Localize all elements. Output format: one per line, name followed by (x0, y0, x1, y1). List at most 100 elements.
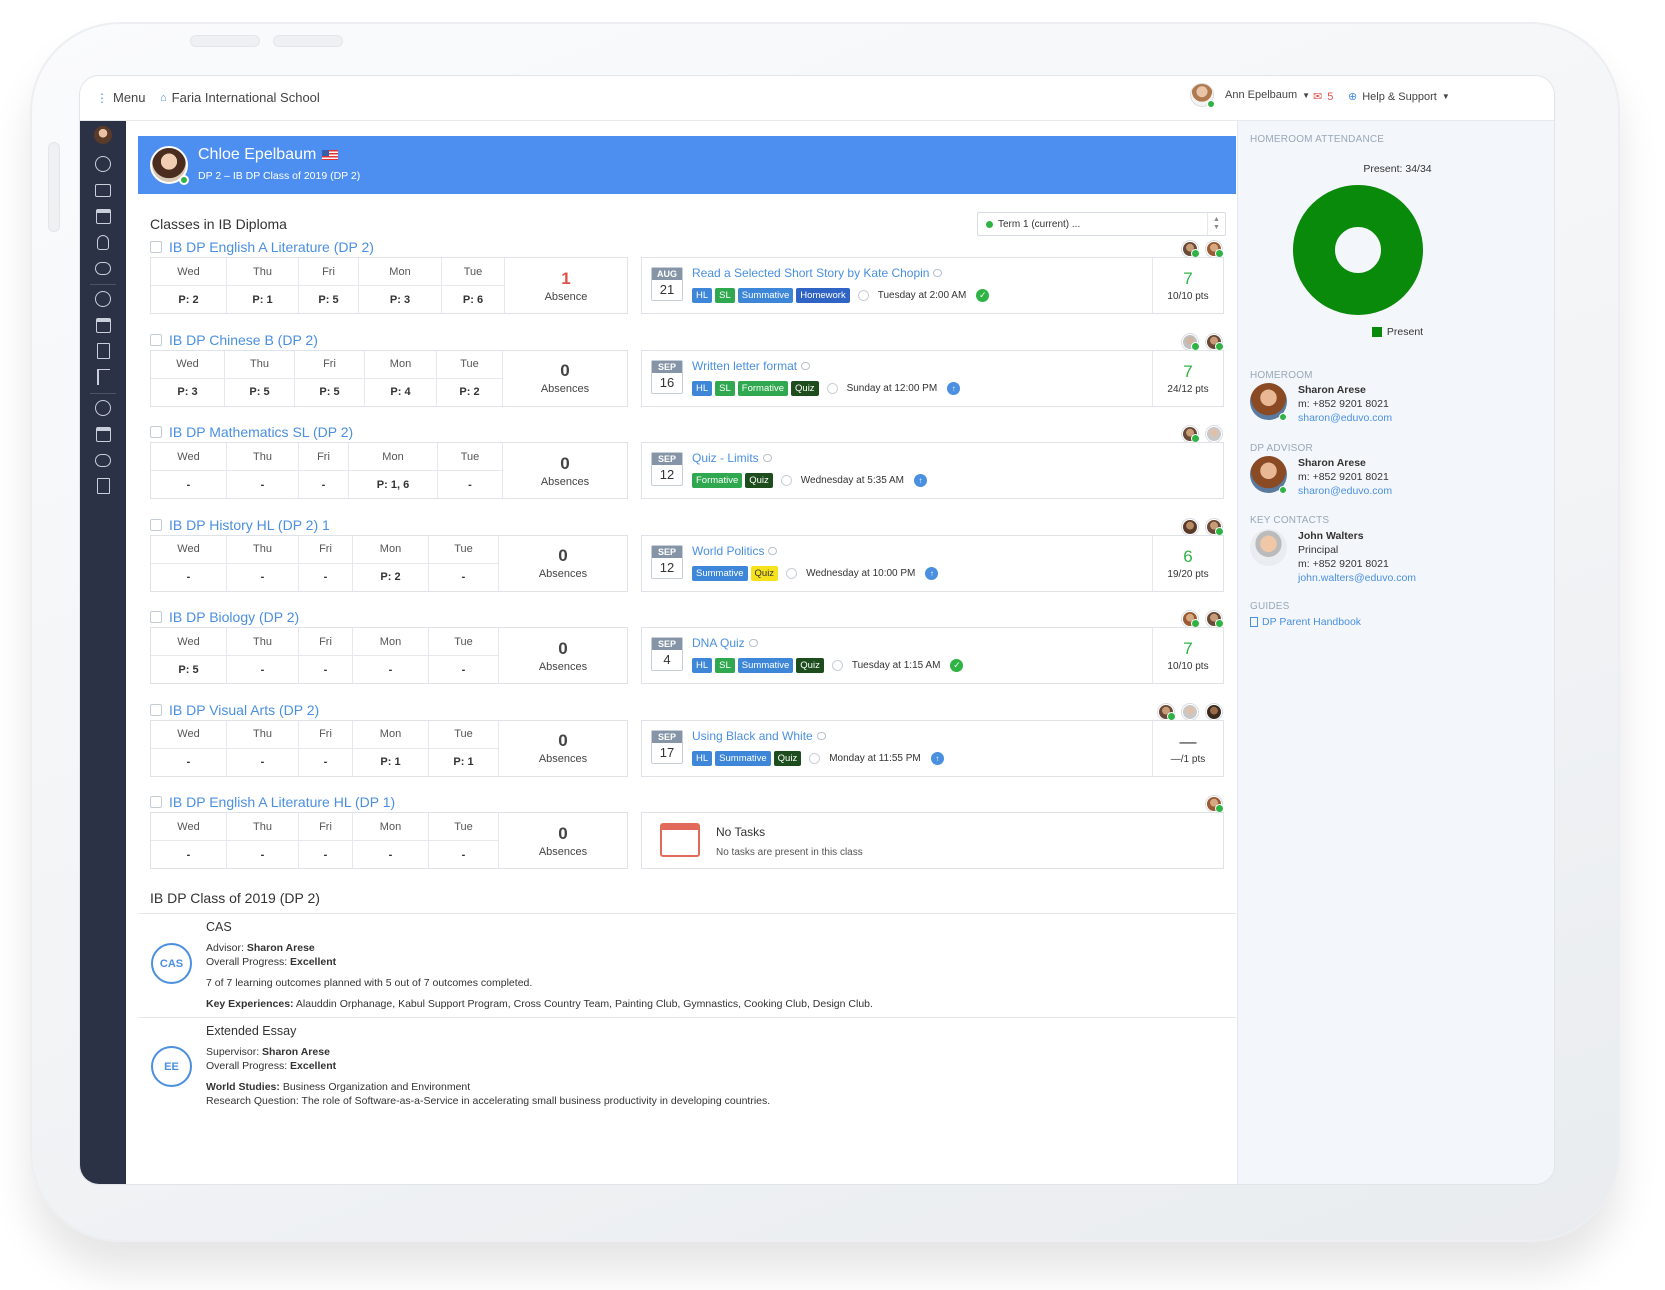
task-tag: HL (692, 288, 713, 303)
contact-email-link[interactable]: john.walters@eduvo.com (1298, 571, 1416, 585)
messages-button[interactable]: ✉ 5 (1313, 90, 1333, 104)
calendar-clock-icon (95, 317, 111, 333)
teacher-avatar[interactable] (1182, 518, 1198, 535)
avatar (94, 126, 112, 144)
device-button (273, 35, 343, 47)
contact-email-link[interactable]: sharon@eduvo.com (1298, 484, 1392, 498)
teacher-avatar[interactable] (1182, 611, 1200, 628)
task-title-link[interactable]: Written letter format (692, 359, 811, 373)
donut-present-slice[interactable] (1293, 185, 1423, 315)
day-periods: - (461, 571, 466, 583)
task-title-link[interactable]: Read a Selected Short Story by Kate Chop… (692, 266, 943, 280)
teacher-avatar[interactable] (1206, 241, 1224, 258)
attendance-day: Mon P: 4 (365, 350, 437, 406)
clock-icon (857, 290, 869, 301)
task-tag: Formative (692, 473, 743, 488)
term-select[interactable]: Term 1 (current) ... ▲ ▼ (977, 212, 1226, 236)
sidebar-avatar[interactable] (91, 123, 115, 147)
day-periods: P: 2 (459, 386, 480, 398)
day-periods: - (388, 663, 393, 676)
task-title-link[interactable]: DNA Quiz (692, 636, 758, 650)
key-contact: John Walters Principal m: +852 9201 8021… (1250, 529, 1540, 591)
attendance-table: Wed P: 2 Thu P: 1 Fri P: 5 Mon P: 3 Tue … (150, 257, 628, 314)
task-title: Read a Selected Short Story by Kate Chop… (692, 266, 930, 280)
task-month: SEP (652, 453, 682, 465)
sidebar-item-calendar[interactable] (91, 204, 115, 228)
class-title: IB DP Visual Arts (DP 2) (169, 701, 320, 718)
guide-link[interactable]: DP Parent Handbook (1250, 616, 1361, 628)
homeroom-contact: Sharon Arese m: +852 9201 8021 sharon@ed… (1250, 383, 1540, 433)
class-title-link[interactable]: IB DP History HL (DP 2) 1 (150, 517, 330, 533)
school-name: Faria International School (171, 90, 320, 105)
sidebar-item-dashboard-2[interactable] (91, 396, 115, 420)
task-title-link[interactable]: Using Black and White (692, 729, 826, 743)
cas-section: CAS CAS Advisor: Sharon Arese Overall Pr… (138, 913, 1236, 1017)
task-tag: Quiz (773, 750, 802, 766)
sidebar-item-portfolio[interactable] (91, 178, 115, 202)
task-due: Monday at 11:55 PM (829, 752, 921, 764)
day-label: Mon (365, 351, 436, 379)
day-periods: - (186, 571, 191, 583)
teacher-avatar[interactable] (1206, 518, 1224, 536)
attendance-day: Fri - (299, 628, 353, 683)
class-title-link[interactable]: IB DP Visual Arts (DP 2) (150, 702, 319, 718)
teacher-avatar[interactable] (1206, 333, 1224, 351)
attendance-day: Fri - (299, 443, 349, 498)
menu-button[interactable]: ⋮ Menu (96, 90, 146, 105)
sidebar-item-messages[interactable] (91, 256, 115, 280)
teacher-avatar[interactable] (1182, 333, 1200, 351)
attendance-day: Tue - (429, 813, 499, 868)
sidebar-item-goals[interactable] (91, 365, 115, 389)
task-title-link[interactable]: World Politics (692, 544, 778, 558)
no-tasks-text: No tasks are present in this class (716, 847, 863, 858)
class-teachers (1182, 426, 1222, 443)
attendance-day: Mon P: 2 (353, 535, 429, 591)
teacher-avatar[interactable] (1206, 796, 1224, 813)
day-periods: P: 5 (178, 663, 199, 676)
day-label: Wed (151, 721, 226, 749)
class-teachers (1182, 611, 1224, 628)
day-label: Mon (353, 536, 428, 564)
help-menu[interactable]: ⊕ Help & Support ▼ (1348, 90, 1450, 104)
task-points: 10/10 pts (1167, 291, 1209, 302)
class-title-link[interactable]: IB DP English A Literature HL (DP 1) (150, 794, 395, 810)
document-icon (96, 478, 110, 494)
contact-email-link[interactable]: sharon@eduvo.com (1298, 411, 1392, 425)
teacher-avatar[interactable] (1206, 426, 1222, 442)
sidebar-item-timetable[interactable] (91, 313, 115, 337)
person-icon (97, 234, 109, 250)
teacher-avatar[interactable] (1182, 703, 1198, 720)
sidebar-item-calendar-2[interactable] (91, 422, 115, 446)
sidebar-item-reports[interactable] (91, 339, 115, 363)
calendar-icon (95, 208, 111, 224)
class-title-link[interactable]: IB DP Chinese B (DP 2) (150, 332, 318, 348)
sidebar-item-discussions[interactable] (91, 448, 115, 472)
task-tag: Summative (737, 288, 794, 303)
teacher-avatar[interactable] (1182, 241, 1200, 258)
latest-task: SEP 16 Written letter format HL SL Formati… (641, 349, 1224, 407)
sidebar-item-attendance[interactable] (91, 287, 115, 311)
task-title-link[interactable]: Quiz - Limits (692, 451, 772, 465)
cas-icon: CAS (151, 943, 192, 984)
class-title-link[interactable]: IB DP Biology (DP 2) (150, 609, 299, 625)
task-title: Quiz - Limits (692, 451, 759, 465)
class-title-link[interactable]: IB DP English A Literature (DP 2) (150, 239, 374, 255)
day-periods: P: 6 (462, 293, 484, 306)
teacher-avatar[interactable] (1158, 703, 1176, 721)
attendance-day: Wed - (151, 535, 227, 591)
day-periods: - (260, 663, 265, 676)
teacher-avatar[interactable] (1182, 426, 1200, 443)
task-grade: 6 (1183, 546, 1193, 566)
sidebar-item-profile[interactable] (91, 230, 115, 254)
comment-icon (933, 269, 943, 277)
teacher-avatar[interactable] (1206, 703, 1222, 720)
school-link[interactable]: ⌂ Faria International School (160, 90, 320, 105)
user-menu[interactable]: Ann Epelbaum ▼ (1190, 83, 1310, 108)
sidebar-item-dashboard[interactable] (91, 152, 115, 176)
task-grade: 7 (1183, 269, 1193, 288)
class-title-link[interactable]: IB DP Mathematics SL (DP 2) (150, 424, 353, 440)
class-icon (150, 426, 162, 438)
attendance-day: Fri - (299, 535, 353, 591)
teacher-avatar[interactable] (1206, 611, 1224, 628)
sidebar-item-files[interactable] (91, 474, 115, 498)
